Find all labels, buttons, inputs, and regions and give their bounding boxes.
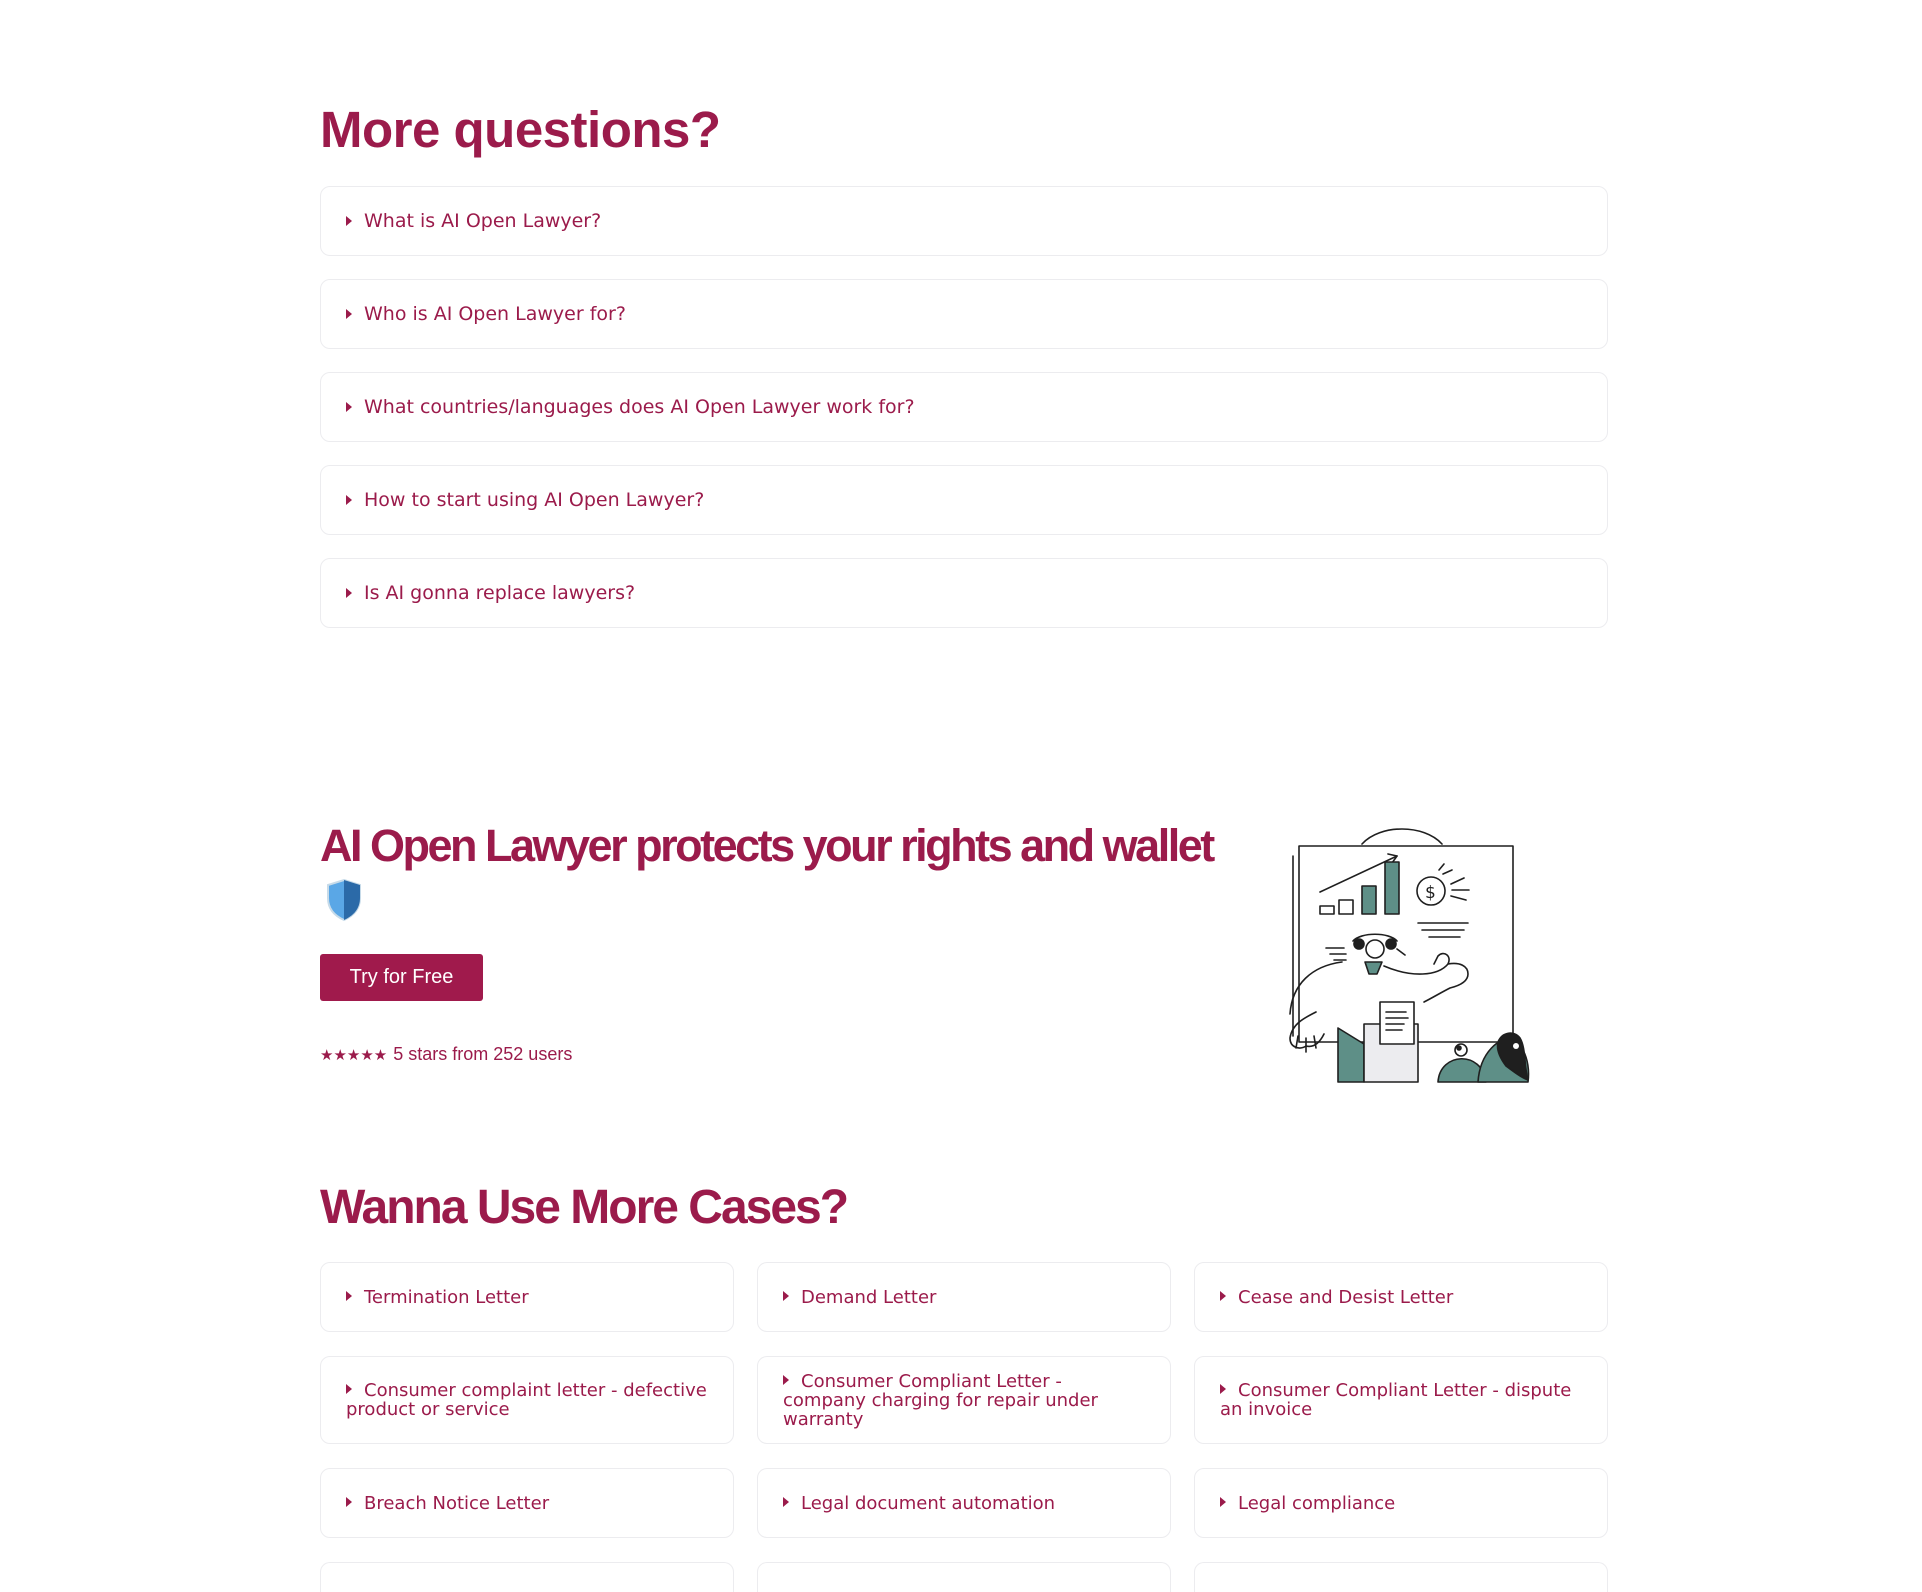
rating-text: 5 stars from 252 users: [393, 1044, 573, 1064]
caret-right-icon: [346, 1290, 352, 1301]
cases-title: Wanna Use More Cases?: [320, 1181, 849, 1234]
caret-right-icon: [1220, 1290, 1226, 1301]
case-label: Consumer Compliant Letter - dispute an i…: [1220, 1380, 1572, 1420]
case-legal-document-automation[interactable]: Legal document automation: [757, 1468, 1171, 1538]
faq-item-who-for[interactable]: Who is AI Open Lawyer for?: [320, 279, 1608, 349]
caret-right-icon: [346, 402, 352, 412]
svg-text:$: $: [1425, 883, 1436, 903]
caret-right-icon: [1220, 1496, 1226, 1507]
case-label: Termination Letter: [364, 1286, 529, 1308]
case-cease-and-desist[interactable]: Cease and Desist Letter: [1194, 1262, 1608, 1332]
case-card-partial[interactable]: [757, 1562, 1171, 1592]
faq-item-replace-lawyers[interactable]: Is AI gonna replace lawyers?: [320, 558, 1608, 628]
case-termination-letter[interactable]: Termination Letter: [320, 1262, 734, 1332]
cases-grid: Termination Letter Demand Letter Cease a…: [320, 1262, 1608, 1592]
case-label: Legal document automation: [801, 1492, 1056, 1514]
faq-item-how-to-start[interactable]: How to start using AI Open Lawyer?: [320, 465, 1608, 535]
case-consumer-complaint-defective[interactable]: Consumer complaint letter - defective pr…: [320, 1356, 734, 1444]
try-for-free-button[interactable]: Try for Free: [320, 954, 483, 1001]
caret-right-icon: [346, 588, 352, 598]
case-card-partial[interactable]: [320, 1562, 734, 1592]
caret-right-icon: [1220, 1384, 1226, 1394]
caret-right-icon: [783, 1496, 789, 1507]
faq-question: Who is AI Open Lawyer for?: [364, 303, 626, 325]
case-consumer-compliant-warranty[interactable]: Consumer Compliant Letter - company char…: [757, 1356, 1171, 1444]
cta-title: AI Open Lawyer protects your rights and …: [320, 820, 1215, 871]
case-label: Consumer complaint letter - defective pr…: [346, 1380, 707, 1420]
faq-question: What is AI Open Lawyer?: [364, 210, 602, 232]
case-legal-compliance[interactable]: Legal compliance: [1194, 1468, 1608, 1538]
case-label: Cease and Desist Letter: [1238, 1286, 1454, 1308]
case-label: Breach Notice Letter: [364, 1492, 550, 1514]
case-label: Consumer Compliant Letter - company char…: [783, 1370, 1098, 1430]
faq-item-countries[interactable]: What countries/languages does AI Open La…: [320, 372, 1608, 442]
caret-right-icon: [346, 309, 352, 319]
caret-right-icon: [346, 495, 352, 505]
caret-right-icon: [346, 1496, 352, 1507]
shield-icon: [325, 878, 363, 926]
case-card-partial[interactable]: [1194, 1562, 1608, 1592]
faq-question: How to start using AI Open Lawyer?: [364, 489, 705, 511]
faq-title: More questions?: [320, 101, 721, 158]
faq-list: What is AI Open Lawyer? Who is AI Open L…: [320, 186, 1608, 651]
caret-right-icon: [346, 1384, 352, 1394]
caret-right-icon: [346, 216, 352, 226]
case-demand-letter[interactable]: Demand Letter: [757, 1262, 1171, 1332]
case-label: Legal compliance: [1238, 1492, 1396, 1514]
caret-right-icon: [783, 1374, 789, 1385]
presentation-illustration: $: [1262, 826, 1542, 1092]
faq-question: What countries/languages does AI Open La…: [364, 396, 915, 418]
star-rating-icon: ★★★★★: [320, 1046, 388, 1064]
faq-question: Is AI gonna replace lawyers?: [364, 582, 636, 604]
case-label: Demand Letter: [801, 1286, 937, 1308]
rating: ★★★★★ 5 stars from 252 users: [320, 1044, 572, 1065]
case-breach-notice[interactable]: Breach Notice Letter: [320, 1468, 734, 1538]
faq-item-what-is[interactable]: What is AI Open Lawyer?: [320, 186, 1608, 256]
caret-right-icon: [783, 1290, 789, 1301]
case-consumer-compliant-invoice[interactable]: Consumer Compliant Letter - dispute an i…: [1194, 1356, 1608, 1444]
